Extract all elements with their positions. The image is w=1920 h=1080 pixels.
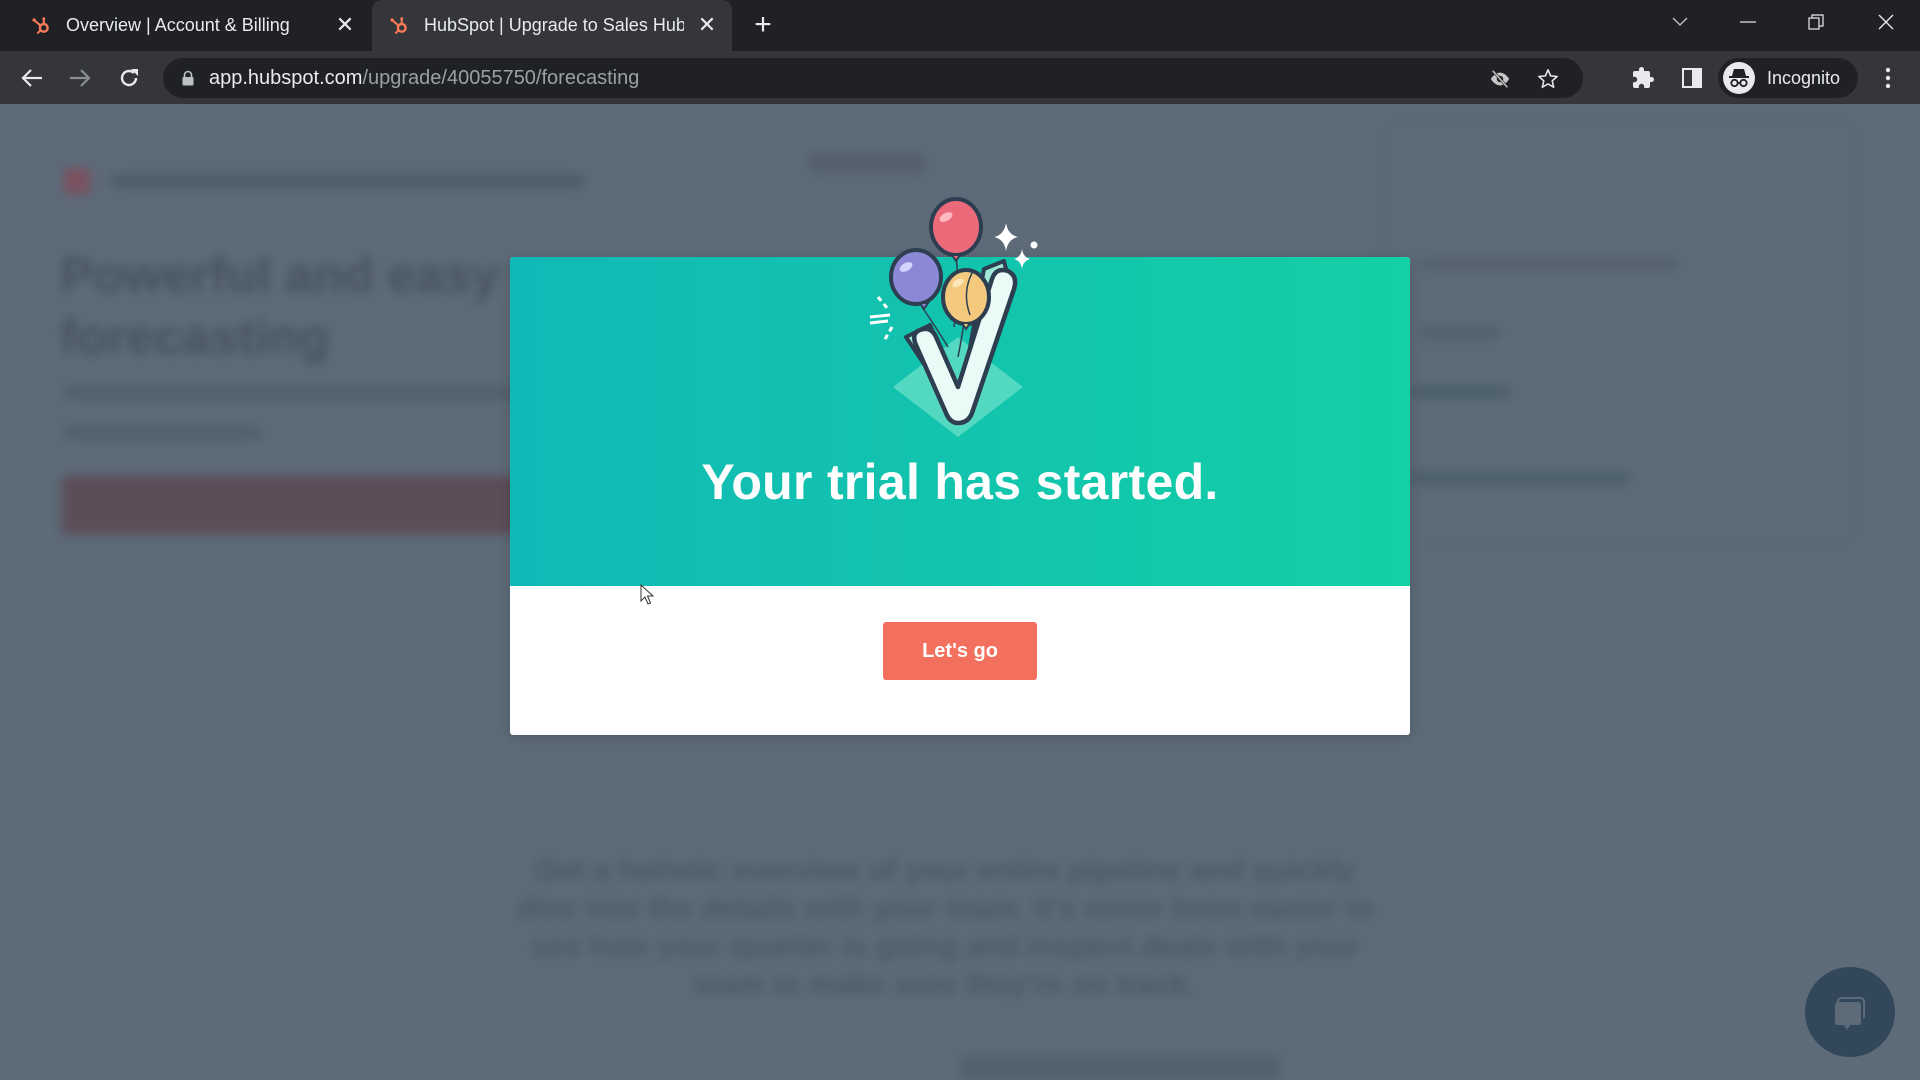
close-tab-icon[interactable]: ✕ (334, 14, 356, 36)
page-subtext-line (62, 386, 582, 400)
side-panel-icon[interactable] (1680, 66, 1704, 90)
eye-off-icon[interactable] (1489, 68, 1511, 90)
browser-tab-bar: Overview | Account & Billing ✕ HubSpot |… (0, 0, 1920, 51)
close-window-icon[interactable] (1858, 0, 1914, 44)
chat-bubble-icon (1835, 997, 1865, 1030)
address-bar[interactable]: app.hubspot.com/upgrade/40055750/forecas… (163, 58, 1583, 98)
extensions-icon[interactable] (1631, 66, 1655, 90)
page-overlay-background[interactable]: Powerful and easy forecasting Get a holi… (0, 104, 1920, 1080)
restore-icon[interactable] (1788, 0, 1844, 44)
minimize-icon[interactable] (1720, 0, 1776, 44)
reload-icon[interactable] (113, 62, 145, 94)
new-tab-button[interactable]: + (748, 10, 778, 41)
page-kicker-text (110, 174, 585, 188)
lock-icon[interactable] (181, 70, 195, 86)
page-description: Get a holistic overview of your entire p… (516, 854, 1374, 1001)
forecast-preview-text (1420, 326, 1500, 340)
tab-title: HubSpot | Upgrade to Sales Hub (424, 15, 684, 35)
hubspot-sprocket-icon (32, 16, 49, 34)
forecast-preview-text (1420, 258, 1680, 270)
sparkle-icon (1014, 249, 1030, 269)
forward-icon[interactable] (64, 62, 96, 94)
page-bottom-element (960, 1054, 1280, 1080)
incognito-profile-button[interactable]: Incognito (1718, 58, 1858, 98)
tab-search-icon[interactable] (1652, 0, 1708, 44)
modal-title: Your trial has started. (701, 454, 1219, 510)
close-tab-icon[interactable]: ✕ (696, 14, 718, 36)
url-path: /upgrade/40055750/forecasting (362, 66, 640, 89)
trial-started-modal: Your trial has started. Let's go (510, 197, 1410, 735)
url-text[interactable]: app.hubspot.com/upgrade/40055750/forecas… (209, 67, 639, 90)
mouse-cursor-icon (640, 584, 654, 605)
incognito-icon (1723, 62, 1755, 94)
tab-overview-account-billing[interactable]: Overview | Account & Billing ✕ (30, 0, 370, 51)
tab-upgrade-sales-hub[interactable]: HubSpot | Upgrade to Sales Hub ✕ (372, 0, 732, 51)
modal-hero: Your trial has started. (510, 197, 1410, 586)
url-host: app.hubspot.com (209, 66, 363, 89)
purple-balloon-icon (889, 248, 943, 311)
back-icon[interactable] (16, 62, 48, 94)
hubspot-logo (64, 168, 90, 194)
page-subtext-line (62, 426, 262, 440)
chat-launcher-button[interactable] (1805, 967, 1895, 1057)
more-menu-icon[interactable] (1878, 66, 1898, 90)
browser-toolbar: app.hubspot.com/upgrade/40055750/forecas… (0, 51, 1920, 104)
balloons-checkmark-illustration (869, 197, 1038, 437)
lets-go-button[interactable]: Let's go (883, 622, 1037, 680)
sparkle-icon (994, 223, 1018, 251)
star-icon[interactable] (1537, 68, 1559, 90)
forecast-progress-bar (1410, 472, 1630, 484)
forecast-progress-bar (1410, 386, 1510, 398)
incognito-label: Incognito (1767, 67, 1841, 88)
red-balloon-icon (929, 197, 983, 263)
tab-title: Overview | Account & Billing (66, 15, 290, 35)
page-nav-label (808, 152, 926, 174)
hubspot-sprocket-icon (390, 16, 407, 34)
